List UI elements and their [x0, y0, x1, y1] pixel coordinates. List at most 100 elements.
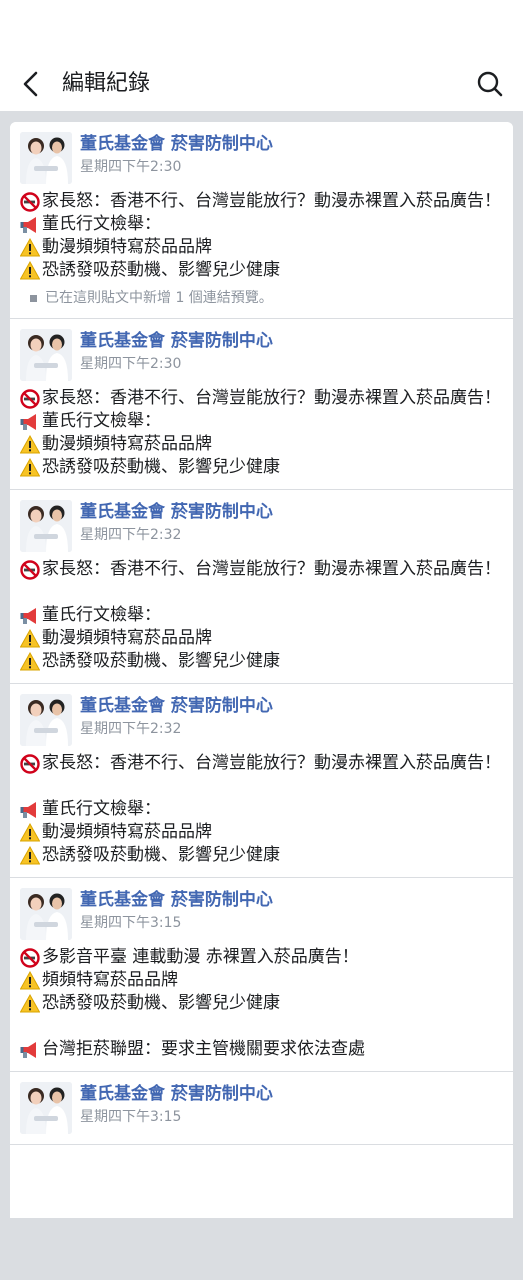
text-line: 動漫頻頻特寫菸品品牌 — [20, 433, 503, 456]
text-line: 恐誘發吸菸動機、影響兒少健康 — [20, 650, 503, 673]
line-text: 家長怒：香港不行、台灣豈能放行？動漫赤裸置入菸品廣告！ — [42, 388, 501, 408]
text-line: 家長怒：香港不行、台灣豈能放行？動漫赤裸置入菸品廣告！ — [20, 190, 503, 213]
search-button[interactable] — [472, 66, 508, 102]
line-text: 家長怒：香港不行、台灣豈能放行？動漫赤裸置入菸品廣告！ — [42, 559, 501, 579]
page-name-link[interactable]: 董氏基金會 菸害防制中心 — [80, 133, 273, 155]
warning-icon — [20, 236, 42, 259]
page-name-link[interactable]: 董氏基金會 菸害防制中心 — [80, 889, 273, 911]
megaphone-icon — [20, 213, 42, 236]
megaphone-icon — [20, 798, 42, 821]
avatar[interactable] — [20, 888, 72, 940]
no-smoking-icon — [20, 946, 42, 969]
line-text: 動漫頻頻特寫菸品品牌 — [42, 822, 212, 842]
no-smoking-icon — [20, 190, 42, 213]
post-text: 多影音平臺 連載動漫 赤裸置入菸品廣告！ 頻頻特寫菸品品牌 恐誘發吸菸動機、影響兒少… — [20, 946, 503, 1061]
text-line: 動漫頻頻特寫菸品品牌 — [20, 236, 503, 259]
line-text: 恐誘發吸菸動機、影響兒少健康 — [42, 651, 280, 671]
line-text: 台灣拒菸聯盟：要求主管機關要求依法查處 — [42, 1039, 365, 1059]
timestamp: 星期四下午2:32 — [80, 527, 182, 543]
warning-icon — [20, 969, 42, 992]
timestamp: 星期四下午3:15 — [80, 915, 182, 931]
text-line: 家長怒：香港不行、台灣豈能放行？動漫赤裸置入菸品廣告！ — [20, 387, 503, 410]
post-text: 家長怒：香港不行、台灣豈能放行？動漫赤裸置入菸品廣告！ 董氏行文檢舉： 動漫頻頻特寫… — [20, 387, 503, 479]
history-entry[interactable]: 董氏基金會 菸害防制中心星期四下午3:15 — [10, 1072, 513, 1145]
back-arrow-icon — [23, 71, 38, 97]
warning-icon — [20, 259, 42, 282]
line-text: 恐誘發吸菸動機、影響兒少健康 — [42, 993, 280, 1013]
history-entry[interactable]: 董氏基金會 菸害防制中心星期四下午2:32 家長怒：香港不行、台灣豈能放行？動漫赤… — [10, 684, 513, 878]
line-text: 董氏行文檢舉： — [42, 411, 161, 431]
text-line: 頻頻特寫菸品品牌 — [20, 969, 503, 992]
no-smoking-icon — [20, 752, 42, 775]
text-line: 董氏行文檢舉： — [20, 213, 503, 236]
page-name-link[interactable]: 董氏基金會 菸害防制中心 — [80, 695, 273, 717]
entry-header: 董氏基金會 菸害防制中心星期四下午2:32 — [20, 694, 503, 746]
text-line: 恐誘發吸菸動機、影響兒少健康 — [20, 992, 503, 1015]
line-text: 動漫頻頻特寫菸品品牌 — [42, 628, 212, 648]
back-button[interactable] — [14, 66, 48, 102]
megaphone-icon — [20, 1038, 42, 1061]
line-text: 董氏行文檢舉： — [42, 214, 161, 234]
text-line: 恐誘發吸菸動機、影響兒少健康 — [20, 456, 503, 479]
warning-icon — [20, 627, 42, 650]
warning-icon — [20, 456, 42, 479]
line-text: 動漫頻頻特寫菸品品牌 — [42, 434, 212, 454]
avatar[interactable] — [20, 500, 72, 552]
avatar[interactable] — [20, 132, 72, 184]
page-name-link[interactable]: 董氏基金會 菸害防制中心 — [80, 501, 273, 523]
line-text: 恐誘發吸菸動機、影響兒少健康 — [42, 845, 280, 865]
text-line: 恐誘發吸菸動機、影響兒少健康 — [20, 259, 503, 282]
text-line: 多影音平臺 連載動漫 赤裸置入菸品廣告！ — [20, 946, 503, 969]
post-text: 家長怒：香港不行、台灣豈能放行？動漫赤裸置入菸品廣告！ 董氏行文檢舉： 動漫頻頻特寫… — [20, 190, 503, 282]
timestamp: 星期四下午3:15 — [80, 1109, 182, 1125]
text-line: 恐誘發吸菸動機、影響兒少健康 — [20, 844, 503, 867]
history-entry[interactable]: 董氏基金會 菸害防制中心星期四下午2:32 家長怒：香港不行、台灣豈能放行？動漫赤… — [10, 490, 513, 684]
top-bar: 編輯紀錄 — [0, 0, 523, 111]
warning-icon — [20, 992, 42, 1015]
warning-icon — [20, 650, 42, 673]
text-line: 董氏行文檢舉： — [20, 604, 503, 627]
entry-header: 董氏基金會 菸害防制中心 星期四下午2:30 — [20, 132, 503, 184]
line-text: 多影音平臺 連載動漫 赤裸置入菸品廣告！ — [42, 947, 359, 967]
text-line: 董氏行文檢舉： — [20, 410, 503, 433]
warning-icon — [20, 433, 42, 456]
edit-history-list[interactable]: 董氏基金會 菸害防制中心 星期四下午2:30 家長怒：香港不行、台灣豈能放行？動漫赤… — [10, 122, 513, 1218]
entry-header: 董氏基金會 菸害防制中心星期四下午2:32 — [20, 500, 503, 552]
history-entry[interactable]: 董氏基金會 菸害防制中心星期四下午3:15 多影音平臺 連載動漫 赤裸置入菸品廣告… — [10, 878, 513, 1072]
line-text: 家長怒：香港不行、台灣豈能放行？動漫赤裸置入菸品廣告！ — [42, 191, 501, 211]
no-smoking-icon — [20, 558, 42, 581]
avatar[interactable] — [20, 694, 72, 746]
line-text: 動漫頻頻特寫菸品品牌 — [42, 237, 212, 257]
text-line: 家長怒：香港不行、台灣豈能放行？動漫赤裸置入菸品廣告！ — [20, 752, 503, 775]
text-line: 台灣拒菸聯盟：要求主管機關要求依法查處 — [20, 1038, 503, 1061]
warning-icon — [20, 821, 42, 844]
megaphone-icon — [20, 604, 42, 627]
avatar[interactable] — [20, 1082, 72, 1134]
avatar[interactable] — [20, 329, 72, 381]
line-text: 董氏行文檢舉： — [42, 799, 161, 819]
line-text: 董氏行文檢舉： — [42, 605, 161, 625]
text-line: 動漫頻頻特寫菸品品牌 — [20, 627, 503, 650]
text-line: 家長怒：香港不行、台灣豈能放行？動漫赤裸置入菸品廣告！ — [20, 558, 503, 581]
note-text: 已在這則貼文中新增 1 個連結預覽。 — [45, 290, 273, 306]
page-name-link[interactable]: 董氏基金會 菸害防制中心 — [80, 330, 273, 352]
square-bullet-icon — [30, 294, 37, 302]
timestamp: 星期四下午2:30 — [80, 356, 182, 372]
megaphone-icon — [20, 410, 42, 433]
warning-icon — [20, 844, 42, 867]
history-entry[interactable]: 董氏基金會 菸害防制中心 星期四下午2:30 家長怒：香港不行、台灣豈能放行？動漫赤… — [10, 122, 513, 319]
history-entry[interactable]: 董氏基金會 菸害防制中心星期四下午2:30 家長怒：香港不行、台灣豈能放行？動漫赤… — [10, 319, 513, 490]
text-line: 動漫頻頻特寫菸品品牌 — [20, 821, 503, 844]
post-text: 家長怒：香港不行、台灣豈能放行？動漫赤裸置入菸品廣告！ 董氏行文檢舉： 動漫頻頻特寫… — [20, 752, 503, 867]
line-text: 恐誘發吸菸動機、影響兒少健康 — [42, 260, 280, 280]
no-smoking-icon — [20, 387, 42, 410]
entry-header: 董氏基金會 菸害防制中心星期四下午3:15 — [20, 888, 503, 940]
entry-header: 董氏基金會 菸害防制中心星期四下午2:30 — [20, 329, 503, 381]
link-preview-note: 已在這則貼文中新增 1 個連結預覽。 — [20, 288, 503, 308]
text-line: 董氏行文檢舉： — [20, 798, 503, 821]
timestamp: 星期四下午2:32 — [80, 721, 182, 737]
page-name-link[interactable]: 董氏基金會 菸害防制中心 — [80, 1083, 273, 1105]
